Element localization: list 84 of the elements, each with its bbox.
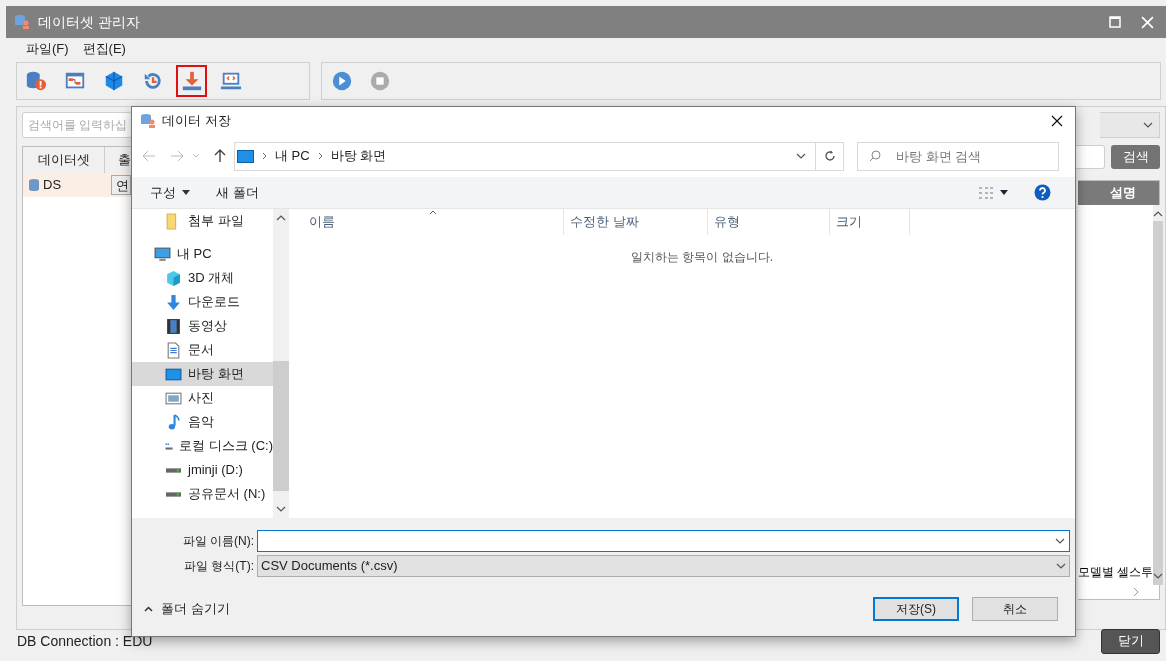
connect-button[interactable]: 연	[111, 175, 131, 195]
file-type-dropdown[interactable]: CSV Documents (*.csv)	[257, 555, 1070, 577]
navigation-item[interactable]: 3D 개체	[132, 266, 273, 290]
column-header[interactable]: 유형	[708, 209, 830, 235]
chevron-down-icon	[1056, 563, 1066, 569]
vertical-scrollbar[interactable]	[273, 209, 289, 518]
command-button[interactable]: 구성	[150, 182, 190, 203]
database-warning-icon	[24, 70, 47, 92]
address-bar[interactable]: 내 PC 바탕 화면	[234, 141, 844, 171]
chevron-down-icon	[796, 153, 806, 159]
scroll-up-icon	[1153, 211, 1164, 217]
command-button[interactable]: 새 폴더	[216, 182, 259, 203]
file-name-field[interactable]	[257, 530, 1070, 552]
empty-message: 일치하는 항목이 없습니다.	[631, 249, 773, 266]
play-icon	[331, 70, 353, 92]
download-tray-icon	[180, 70, 203, 92]
breadcrumb-separator-icon	[262, 152, 267, 160]
dialog-button[interactable]: 저장(S)	[873, 597, 959, 621]
desktop-icon	[237, 149, 254, 163]
chevron-up-icon	[144, 606, 153, 612]
close-icon[interactable]	[1051, 115, 1063, 127]
window-title: 데이터셋 관리자	[38, 12, 140, 32]
hide-folders-button[interactable]: 폴더 숨기기	[144, 599, 230, 619]
chevron-down-icon	[1055, 538, 1065, 544]
dropdown-triangle-icon	[182, 190, 190, 195]
menu-item[interactable]: 편집(E)	[82, 39, 126, 59]
monitor-icon	[154, 245, 171, 263]
navigation-item[interactable]: jminji (D:)	[132, 458, 273, 482]
scroll-up-icon	[276, 215, 286, 221]
navigation-item[interactable]: 내 PC	[132, 242, 273, 266]
dialog-title: 데이터 저장	[162, 112, 231, 131]
scroll-down-icon	[1153, 573, 1164, 579]
search-input[interactable]	[1075, 145, 1105, 169]
drive-icon	[166, 467, 181, 473]
table-row[interactable]: DS 연	[23, 173, 131, 197]
navigation-item[interactable]: 음악	[132, 410, 273, 434]
navigation-item[interactable]: 사진	[132, 386, 273, 410]
maximize-icon[interactable]	[1109, 16, 1121, 28]
toolbar-button[interactable]	[176, 65, 207, 97]
document-icon	[165, 341, 182, 359]
database-user-icon	[140, 113, 156, 129]
dialog-button[interactable]: 취소	[972, 597, 1058, 621]
stop-icon	[369, 70, 391, 92]
help-icon[interactable]	[1034, 184, 1051, 201]
chevron-down-icon	[1143, 122, 1153, 128]
search-icon	[869, 149, 881, 162]
navigation-item[interactable]: 다운로드	[132, 290, 273, 314]
breadcrumb-item[interactable]: 바탕 화면	[330, 146, 387, 166]
close-button[interactable]: 닫기	[1101, 628, 1160, 654]
dropdown-triangle-icon[interactable]	[1000, 190, 1008, 195]
column-header[interactable]: 크기	[830, 209, 910, 235]
breadcrumb-separator-icon	[317, 152, 323, 160]
search-field[interactable]: 바탕 화면 검색	[857, 141, 1059, 171]
table-cell-text: 모델별 셀스투	[1078, 564, 1154, 581]
dataset-name: DS	[43, 176, 63, 195]
navigation-item[interactable]: 바탕 화면	[132, 362, 273, 386]
navigation-item[interactable]: 첨부 파일	[132, 209, 273, 233]
cube-icon	[165, 269, 182, 287]
search-field[interactable]: 검색어를 입력하십	[22, 112, 132, 138]
database-icon	[29, 179, 39, 191]
scroll-right-icon[interactable]	[1133, 587, 1139, 597]
field-label: 파일 이름(N):	[181, 533, 254, 550]
refresh-icon[interactable]	[823, 150, 836, 162]
navigation-item[interactable]: 문서	[132, 338, 273, 362]
film-icon	[165, 317, 182, 335]
drive-icon	[166, 491, 181, 497]
navigation-item[interactable]: 동영상	[132, 314, 273, 338]
column-header[interactable]: 이름	[289, 209, 564, 235]
menu-item[interactable]: 파일(F)	[26, 39, 69, 59]
database-user-icon	[14, 14, 30, 30]
down-arrow-icon	[165, 293, 182, 311]
navigation-item[interactable]: 로컬 디스크 (C:)	[132, 434, 273, 458]
column-header: 출	[117, 151, 131, 170]
navigation-item[interactable]: 공유문서 (N:)	[132, 482, 273, 506]
column-header[interactable]: 수정한 날짜	[564, 209, 708, 235]
breadcrumb-item[interactable]: 내 PC	[275, 146, 310, 166]
scroll-down-icon	[276, 506, 286, 512]
laptop-code-icon	[219, 70, 242, 92]
search-button[interactable]: 검색	[1111, 145, 1160, 169]
vertical-scrollbar[interactable]	[1153, 205, 1164, 585]
sort-caret-icon	[429, 210, 437, 215]
column-header: 설명	[1078, 181, 1159, 205]
field-label: 파일 형식(T):	[183, 558, 254, 575]
up-arrow-icon[interactable]	[214, 149, 226, 163]
